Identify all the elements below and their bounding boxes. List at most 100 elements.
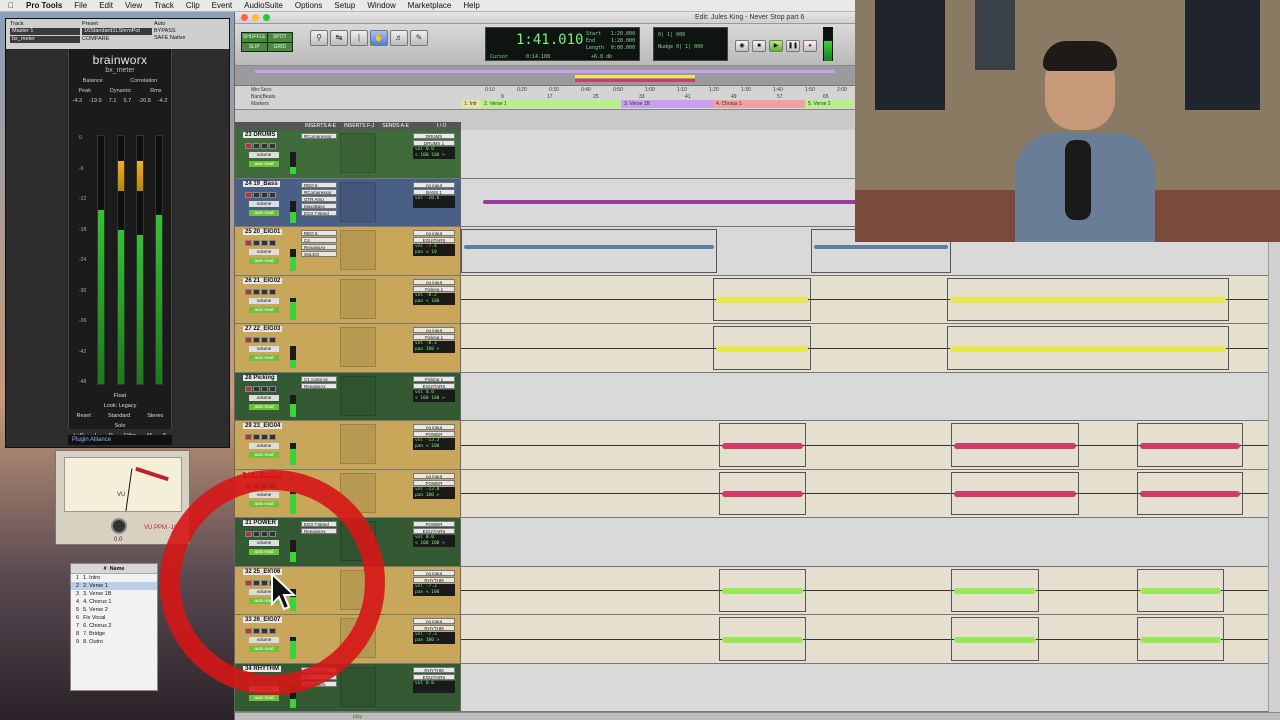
audio-clip[interactable]: [719, 423, 806, 467]
track-header[interactable]: 27 22_EIG03 volume auto read no input Pickin…: [235, 324, 461, 372]
output-select[interactable]: EGUITARS: [413, 528, 455, 534]
memory-row[interactable]: 1 1. Intro: [71, 574, 157, 582]
mute-button[interactable]: [269, 143, 276, 149]
send-slots[interactable]: [340, 181, 376, 222]
menu-marketplace[interactable]: Marketplace: [408, 1, 452, 10]
look-label[interactable]: Look: Legacy: [104, 403, 137, 409]
volume-pan-readout[interactable]: vol -8.3 pan 100 >: [413, 341, 455, 353]
track-row[interactable]: 28 Picking volume auto read C1 comp-sc Renai…: [235, 372, 1280, 421]
insert-slot[interactable]: RenaissAx: [301, 382, 337, 389]
automation-mode-select[interactable]: auto read: [249, 403, 279, 410]
audio-clip[interactable]: [951, 568, 1039, 612]
memory-row[interactable]: 8 7. Bridge: [71, 630, 157, 638]
grid-value[interactable]: 0| 1| 000: [658, 32, 723, 38]
track-row[interactable]: 26 21_EIG02 volume auto read no input Pickin…: [235, 275, 1280, 324]
nudge-value[interactable]: 0| 1| 000: [676, 44, 703, 50]
output-select[interactable]: EGUITARS: [413, 237, 455, 243]
marker[interactable]: 3. Verse 1B: [621, 100, 713, 108]
track-playlist[interactable]: [461, 469, 1280, 517]
input-select[interactable]: DRUMS: [413, 133, 455, 139]
stereo-button[interactable]: Stereo: [147, 413, 163, 419]
trim-tool-icon[interactable]: ↹: [330, 30, 348, 46]
reset-button[interactable]: Reset: [77, 413, 91, 419]
slip-mode-button[interactable]: SLIP: [242, 42, 267, 51]
track-view-select[interactable]: volume: [249, 152, 279, 158]
output-select[interactable]: BASS 1: [413, 188, 455, 195]
audio-clip[interactable]: [951, 617, 1039, 661]
input-select[interactable]: no input: [413, 230, 455, 236]
track-row[interactable]: 31 POWER volume auto read EQ3 7-Band Renaiss…: [235, 518, 1280, 567]
volume-pan-readout[interactable]: vol -7.3 pan < 100: [413, 583, 455, 596]
standard-button[interactable]: Standard: [108, 413, 130, 419]
record-enable-button[interactable]: [245, 143, 252, 149]
insert-slot[interactable]: RCompressor: [301, 133, 337, 139]
input-select[interactable]: POWER: [413, 521, 455, 527]
output-select[interactable]: EGUITARS: [413, 673, 455, 680]
send-slots[interactable]: [340, 424, 376, 464]
audio-clip[interactable]: [947, 326, 1229, 370]
menu-setup[interactable]: Setup: [334, 1, 355, 10]
mute-button[interactable]: [269, 191, 276, 198]
insert-slot[interactable]: RenaissAx: [301, 244, 337, 250]
memory-row[interactable]: 3 3. Verse 1B: [71, 590, 157, 598]
solo-button[interactable]: [261, 337, 268, 343]
track-header[interactable]: 28 Picking volume auto read C1 comp-sc Renai…: [235, 372, 461, 420]
input-select[interactable]: no input: [413, 181, 455, 188]
grabber-tool-icon[interactable]: ✋: [370, 30, 388, 46]
volume-pan-readout[interactable]: vol -7.3 pan 100 >: [413, 632, 455, 644]
memory-row[interactable]: 9 8. Outro: [71, 638, 157, 646]
record-enable-button[interactable]: [245, 240, 252, 246]
menu-options[interactable]: Options: [295, 1, 323, 10]
solo-button[interactable]: [261, 143, 268, 149]
solo-button[interactable]: [261, 240, 268, 246]
menu-event[interactable]: Event: [212, 1, 232, 10]
input-select[interactable]: no input: [413, 278, 455, 285]
volume-pan-readout[interactable]: vol -10.6: [413, 195, 455, 208]
menu-track[interactable]: Track: [154, 1, 174, 10]
solo-button[interactable]: [261, 385, 268, 392]
record-enable-button[interactable]: [245, 385, 252, 392]
grid-nudge-counter[interactable]: 0| 1| 000 Nudge 0| 1| 000: [653, 27, 728, 61]
automation-mode-select[interactable]: auto read: [249, 452, 279, 458]
record-button-icon[interactable]: ●: [803, 40, 817, 52]
plugin-preset-select[interactable]: 16Standard1LShrmPot: [82, 28, 152, 35]
track-name[interactable]: 27 22_EIG03: [243, 326, 283, 332]
volume-pan-readout[interactable]: vol -7.4 pan < 10: [413, 244, 455, 256]
menu-window[interactable]: Window: [367, 1, 395, 10]
send-slots[interactable]: [340, 278, 376, 319]
menu-file[interactable]: File: [74, 1, 87, 10]
input-select[interactable]: no input: [413, 472, 455, 479]
output-select[interactable]: POWER: [413, 431, 455, 437]
track-playlist[interactable]: [461, 421, 1280, 469]
track-name[interactable]: 26 21_EIG02: [243, 277, 283, 284]
input-monitor-button[interactable]: [253, 434, 260, 440]
track-row[interactable]: 29 23_EIG04 volume auto read no input POWER v…: [235, 421, 1280, 470]
solo-button[interactable]: [261, 434, 268, 440]
mute-button[interactable]: [269, 385, 276, 392]
pencil-tool-icon[interactable]: ✎: [410, 30, 428, 46]
volume-pan-readout[interactable]: vol -13.3 pan < 100: [413, 438, 455, 450]
track-playlist[interactable]: [461, 324, 1280, 372]
float-toggle[interactable]: Float: [114, 393, 126, 399]
mute-button[interactable]: [269, 240, 276, 246]
input-select[interactable]: Picking 1: [413, 375, 455, 382]
menu-clip[interactable]: Clip: [186, 1, 200, 10]
output-select[interactable]: POWER: [413, 479, 455, 486]
menu-edit[interactable]: Edit: [99, 1, 113, 10]
audio-clip[interactable]: [1137, 423, 1243, 467]
spot-mode-button[interactable]: SPOT: [267, 33, 292, 42]
output-select[interactable]: Picking 1: [413, 285, 455, 292]
track-name[interactable]: 23 DRUMS: [243, 132, 278, 138]
menu-view[interactable]: View: [125, 1, 142, 10]
volume-pan-readout[interactable]: vol 0.0 < 100 100 >: [413, 147, 455, 159]
insert-slot[interactable]: SSLEQ: [301, 251, 337, 257]
track-row[interactable]: 30 24_EIG05 volume auto read no input POWER v…: [235, 469, 1280, 518]
end-value[interactable]: 1:20.000: [611, 38, 635, 44]
memory-row[interactable]: 2 2. Verse 1: [71, 582, 157, 590]
insert-slot[interactable]: GTR Amp: [301, 195, 337, 202]
track-header[interactable]: 23 DRUMS volume auto read RCompressor DRUMS D…: [235, 130, 461, 178]
scrubber-tool-icon[interactable]: ♬: [390, 30, 408, 46]
minimize-window-button[interactable]: [252, 14, 259, 21]
pause-button-icon[interactable]: ❚❚: [786, 40, 800, 52]
main-counter[interactable]: 1:41.010 Start 1:20.000 End 1:20.000 Len…: [485, 27, 640, 61]
